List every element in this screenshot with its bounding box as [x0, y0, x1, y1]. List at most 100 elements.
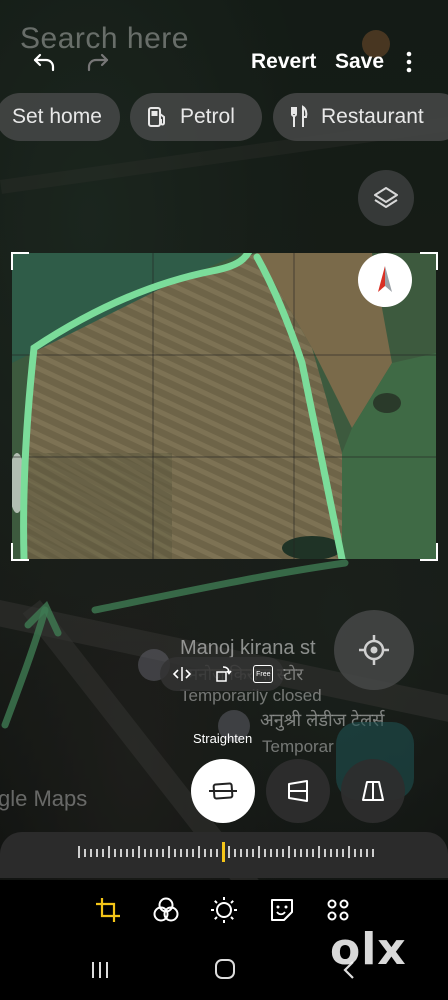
sticker-tool-button[interactable]: [264, 892, 300, 928]
ruler-tick: [336, 849, 338, 857]
ruler-tick: [126, 849, 128, 857]
ruler-tick: [270, 849, 272, 857]
ruler-tick: [294, 849, 296, 857]
redo-icon: [87, 53, 109, 72]
ruler-tick: [342, 849, 344, 857]
ruler-tick: [354, 849, 356, 857]
ruler-tick: [282, 849, 284, 857]
adjust-tool-button[interactable]: [206, 892, 242, 928]
crop-handle-top-left[interactable]: [11, 252, 29, 270]
compass-button[interactable]: [358, 253, 412, 307]
my-location-icon: [359, 635, 389, 665]
ruler-tick: [234, 849, 236, 857]
ruler-tick: [306, 849, 308, 857]
ruler-tick: [330, 849, 332, 857]
ruler-tick: [156, 849, 158, 857]
vertical-perspective-icon: [288, 780, 308, 802]
chip-label: Set home: [12, 105, 102, 128]
crop-handle-bottom-right[interactable]: [420, 543, 438, 561]
chip-label: Restaurant: [321, 105, 424, 128]
ruler-tick: [84, 849, 86, 857]
horizontal-perspective-button[interactable]: [341, 759, 405, 823]
ruler-tick: [204, 849, 206, 857]
ruler-tick: [78, 846, 80, 858]
ruler-tick: [240, 849, 242, 857]
flip-icon[interactable]: [171, 666, 193, 682]
ruler-tick: [318, 846, 320, 858]
ruler-tick: [312, 849, 314, 857]
crop-tool-button[interactable]: [90, 892, 126, 928]
recent-apps-icon: [92, 962, 108, 978]
ruler-tick: [168, 846, 170, 858]
layers-icon: [374, 187, 398, 208]
ruler-tick: [144, 849, 146, 857]
chip-set-home[interactable]: Set home: [0, 93, 120, 141]
ruler-tick: [132, 849, 134, 857]
crop-handle-bottom-left[interactable]: [11, 543, 29, 561]
sticker-icon: [271, 899, 293, 921]
crop-mini-toolbar: Free: [160, 657, 284, 691]
undo-icon: [33, 53, 55, 72]
ruler-tick: [120, 849, 122, 857]
ruler-tick: [372, 849, 374, 857]
fuel-pump-icon: [148, 107, 165, 127]
olx-watermark-logo: olx: [330, 924, 407, 975]
revert-button[interactable]: Revert: [251, 50, 316, 74]
angle-ruler[interactable]: [0, 832, 448, 878]
straighten-icon: [209, 782, 237, 800]
ruler-tick: [246, 849, 248, 857]
ruler-tick: [180, 849, 182, 857]
ruler-tick: [96, 849, 98, 857]
place2-status: Temporar: [262, 737, 334, 756]
ruler-tick: [300, 849, 302, 857]
ruler-tick: [258, 846, 260, 858]
more-tools-button[interactable]: [320, 892, 356, 928]
chip-restaurant[interactable]: Restaurant: [273, 93, 448, 141]
vertical-perspective-button[interactable]: [266, 759, 330, 823]
recent-apps-button[interactable]: [90, 960, 110, 985]
ruler-tick: [360, 849, 362, 857]
ruler-tick: [138, 846, 140, 858]
ruler-tick: [252, 849, 254, 857]
ruler-tick: [192, 849, 194, 857]
filters-icon: [153, 897, 179, 922]
my-location-button[interactable]: [334, 610, 414, 690]
chip-label: Petrol: [180, 105, 235, 128]
ruler-tick: [90, 849, 92, 857]
maps-watermark: gle Maps: [0, 786, 88, 811]
ruler-tick: [228, 846, 230, 858]
chip-petrol[interactable]: Petrol: [130, 93, 262, 141]
ruler-tick: [210, 849, 212, 857]
ruler-tick: [102, 849, 104, 857]
ruler-indicator: [222, 842, 225, 862]
crop-handle-top-right[interactable]: [420, 252, 438, 270]
ruler-tick: [216, 849, 218, 857]
free-aspect-label: Free: [256, 670, 271, 678]
fork-knife-icon: [291, 105, 308, 127]
ruler-tick: [114, 849, 116, 857]
crop-rotate-icon: [96, 898, 120, 922]
filters-tool-button[interactable]: [148, 892, 184, 928]
home-button[interactable]: [214, 958, 236, 985]
ruler-tick: [366, 849, 368, 857]
ruler-tick: [324, 849, 326, 857]
ruler-tick: [276, 849, 278, 857]
rotate-icon[interactable]: [214, 665, 232, 683]
compass-icon: [378, 266, 392, 292]
straighten-label: Straighten: [193, 731, 253, 746]
ruler-tick: [108, 846, 110, 858]
undo-button[interactable]: [22, 40, 66, 84]
straighten-button[interactable]: [191, 759, 255, 823]
ruler-tick: [348, 846, 350, 858]
save-button[interactable]: Save: [335, 50, 384, 74]
redo-button[interactable]: [76, 40, 120, 84]
layers-button[interactable]: [358, 170, 414, 226]
home-nav-icon: [215, 959, 235, 979]
ruler-tick: [264, 849, 266, 857]
ruler-tick: [198, 846, 200, 858]
ruler-tick: [150, 849, 152, 857]
free-aspect-button[interactable]: Free: [253, 665, 274, 683]
ruler-tick: [162, 849, 164, 857]
more-tools-icon: [327, 899, 349, 921]
more-options-button[interactable]: [402, 50, 416, 74]
